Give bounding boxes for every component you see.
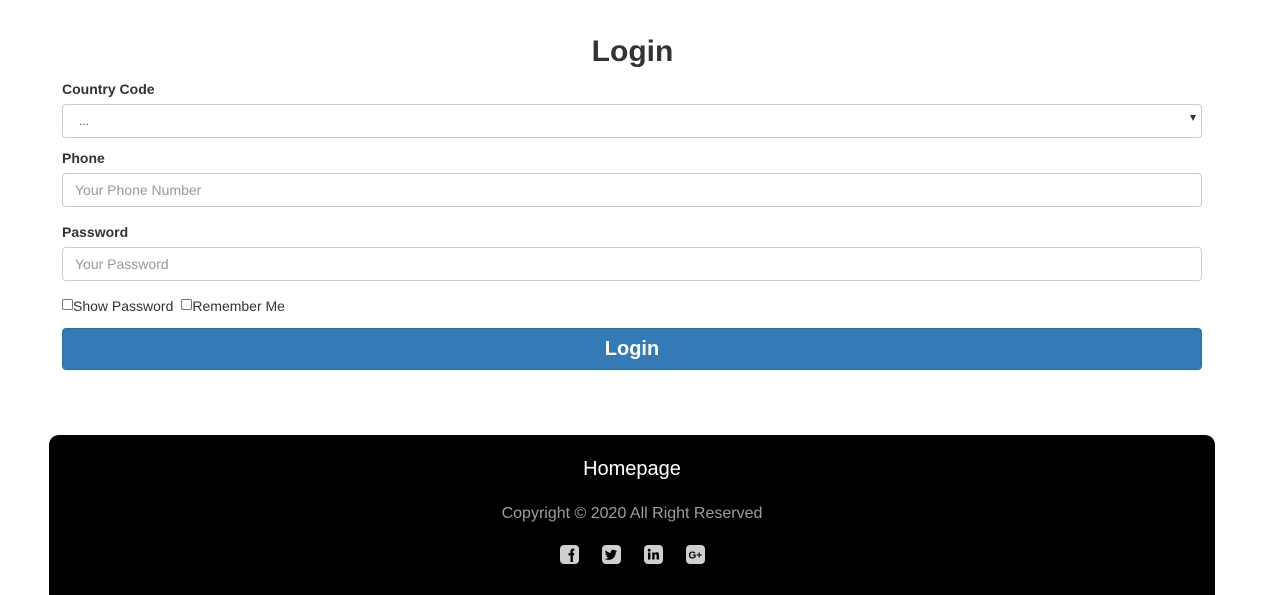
linkedin-icon[interactable]: [643, 545, 663, 564]
password-label: Password: [62, 224, 129, 240]
homepage-link[interactable]: Homepage: [49, 457, 1215, 481]
google-plus-icon[interactable]: G+: [685, 545, 705, 564]
footer: Homepage Copyright © 2020 All Right Rese…: [49, 435, 1215, 595]
show-password-option[interactable]: Show Password: [62, 298, 173, 314]
country-code-label: Country Code: [62, 81, 155, 97]
copyright-text: Copyright © 2020 All Right Reserved: [501, 505, 763, 522]
remember-me-label: Remember Me: [192, 298, 285, 314]
phone-input[interactable]: [62, 173, 1202, 207]
svg-text:G+: G+: [688, 551, 702, 562]
twitter-icon[interactable]: [601, 545, 621, 564]
remember-me-option[interactable]: Remember Me: [181, 298, 285, 314]
show-password-label: Show Password: [73, 298, 174, 314]
facebook-icon[interactable]: [559, 545, 579, 564]
remember-me-checkbox[interactable]: [181, 298, 193, 310]
login-button[interactable]: Login: [62, 328, 1202, 370]
social-links: G+: [49, 545, 1215, 564]
country-code-select[interactable]: ...: [62, 104, 1202, 138]
country-code-value: ...: [62, 104, 1202, 138]
dropdown-arrow-icon: [1190, 115, 1196, 121]
options-row: Show Password Remember Me: [62, 298, 293, 314]
page-title: Login: [591, 35, 674, 68]
show-password-checkbox[interactable]: [62, 298, 73, 310]
phone-label: Phone: [62, 150, 105, 166]
password-input[interactable]: [62, 247, 1202, 281]
